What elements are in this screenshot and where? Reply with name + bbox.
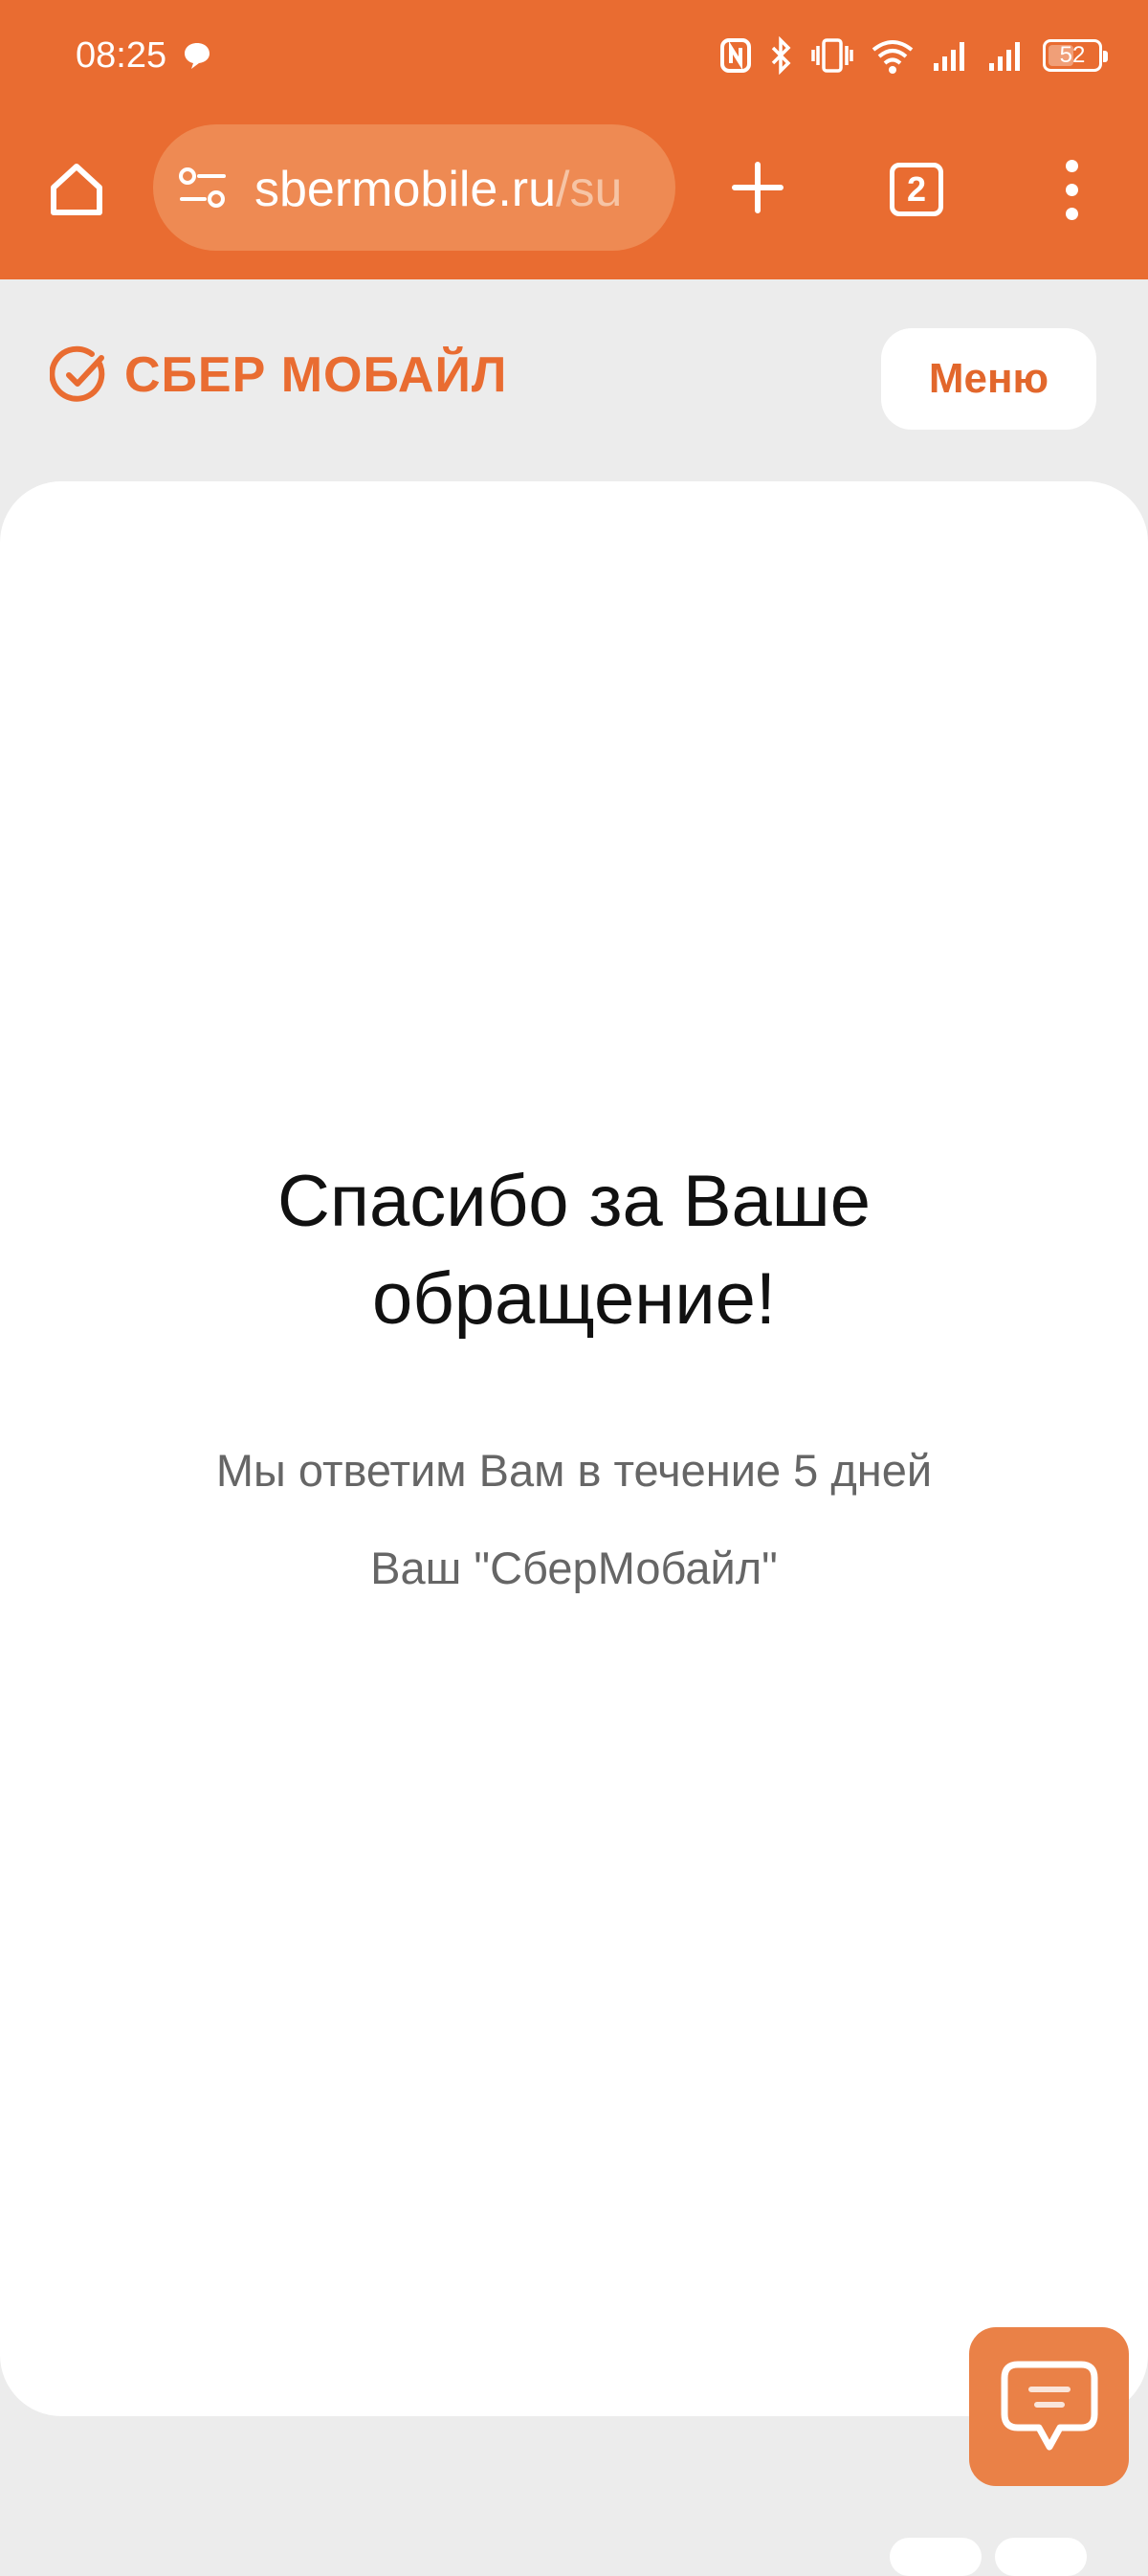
site-logo[interactable]: СБЕР МОБАЙЛ (50, 344, 507, 406)
status-time: 08:25 (76, 35, 167, 76)
home-icon (51, 164, 102, 215)
title-line-2: обращение! (371, 1258, 777, 1340)
more-menu-button[interactable] (1052, 151, 1091, 228)
response-message: Мы ответим Вам в течение 5 дней (215, 1445, 933, 1496)
sber-check-icon (50, 345, 105, 402)
message-icon (185, 43, 210, 69)
bluetooth-icon (771, 36, 791, 75)
home-button[interactable] (38, 151, 115, 228)
page-title: Спасибо за Ваше обращение! (0, 1153, 1148, 1348)
new-tab-button[interactable] (719, 149, 796, 226)
browser-toolbar: 08:25 52 sbermobile.ru/su 2 (0, 0, 1148, 279)
logo-text: СБЕР МОБАЙЛ (124, 347, 508, 403)
signal-icon (989, 42, 1020, 71)
address-bar[interactable]: sbermobile.ru/su (153, 124, 675, 251)
url-path: /su (556, 162, 623, 217)
battery-level: 52 (1059, 42, 1086, 68)
title-line-1: Спасибо за Ваше (276, 1161, 872, 1242)
dot (1065, 159, 1078, 172)
wifi-icon (872, 40, 914, 74)
bottom-element (890, 2538, 982, 2576)
signal-icon (934, 42, 964, 71)
vibrate-icon (811, 38, 853, 73)
signature-text: Ваш "СберМобайл" (370, 1543, 778, 1593)
site-settings-icon[interactable] (176, 165, 230, 211)
battery-icon: 52 (1043, 39, 1108, 72)
bottom-element (995, 2538, 1087, 2576)
menu-button[interactable]: Меню (881, 328, 1096, 430)
plus-icon (732, 162, 784, 213)
status-bar: 08:25 52 (0, 0, 1148, 113)
dot (1065, 207, 1078, 220)
chat-button[interactable] (969, 2327, 1129, 2486)
chat-icon (1001, 2361, 1097, 2451)
tab-count: 2 (906, 169, 927, 209)
url-text[interactable]: sbermobile.ru/su (254, 161, 656, 218)
url-domain: sbermobile.ru (254, 162, 557, 217)
nfc-icon (720, 38, 751, 73)
status-icons: 52 (719, 33, 1108, 78)
dot (1065, 183, 1078, 196)
tab-switcher-button[interactable]: 2 (890, 163, 943, 216)
